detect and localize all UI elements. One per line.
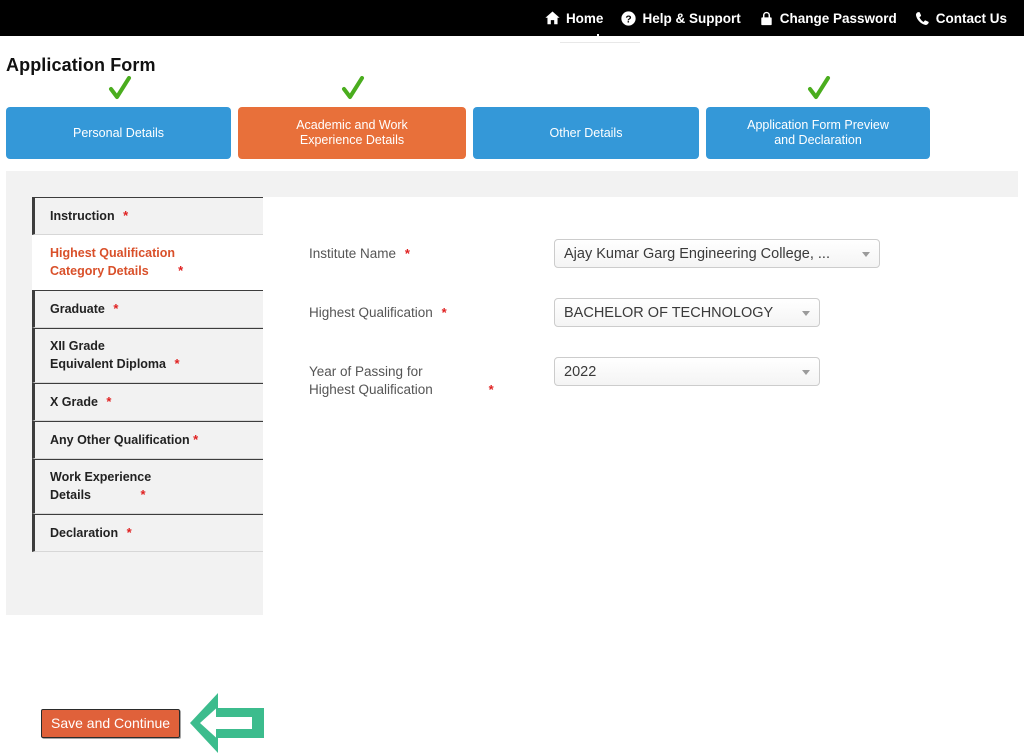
required-asterisk: * [140,487,146,502]
sidebar-item-instruction[interactable]: Instruction * [32,197,268,235]
sidebar-item-declaration[interactable]: Declaration * [32,514,268,552]
form-content-area: Institute Name * Ajay Kumar Garg Enginee… [263,197,1018,615]
nav-item-contact-us-label: Contact Us [935,10,1007,26]
tab-other-details[interactable]: Other Details [473,107,699,159]
institute-name-value: Ajay Kumar Garg Engineering College, ... [564,245,830,262]
highest-qualification-select[interactable]: BACHELOR OF TECHNOLOGY [554,298,820,327]
highest-qualification-label: Highest Qualification * [309,298,554,322]
step-tab-bar: Personal Details Academic and Work Exper… [6,76,1018,159]
chevron-down-icon [802,369,810,375]
sidebar-item-xii-grade-line2: Equivalent Diploma [50,357,166,371]
home-icon [545,11,560,26]
required-asterisk: * [174,356,180,371]
left-arrow-annotation-icon [188,691,266,755]
year-of-passing-label-line2: Highest Qualification [309,382,433,397]
sidebar-item-xii-grade[interactable]: XII Grade Equivalent Diploma * [32,328,268,383]
tab-personal-details[interactable]: Personal Details [6,76,231,159]
institute-name-label-text: Institute Name [309,246,397,261]
required-asterisk: * [113,301,119,316]
sidebar-item-work-exp-line1: Work Experience [50,470,152,484]
tab-application-preview-label-line1: Application Form Preview [747,118,889,132]
form-row-highest-qualification: Highest Qualification * BACHELOR OF TECH… [309,298,1009,327]
save-and-continue-button[interactable]: Save and Continue [41,709,181,738]
nav-item-home[interactable]: Home [536,11,613,26]
lock-icon [759,11,774,26]
sidebar-item-work-experience[interactable]: Work Experience Details * [32,459,268,514]
checkmark-icon-academic-work [341,76,365,102]
highest-qualification-value: BACHELOR OF TECHNOLOGY [564,304,774,321]
year-of-passing-value: 2022 [564,363,597,380]
tab-application-preview-label-line2: and Declaration [774,133,862,147]
sidebar-item-x-grade-label: X Grade [50,395,98,409]
sidebar-item-highest-qual-line1: Highest Qualification [50,246,176,260]
sidebar-item-instruction-label: Instruction [50,209,115,223]
phone-icon [915,11,930,26]
nav-item-change-password[interactable]: Change Password [750,11,906,26]
required-asterisk: * [441,305,447,320]
tab-personal-details-label: Personal Details [72,125,164,140]
tab-academic-work-experience[interactable]: Academic and Work Experience Details [238,76,466,159]
required-asterisk: * [106,394,112,409]
sidebar-item-any-other-qualification[interactable]: Any Other Qualification * [32,421,268,459]
required-asterisk: * [126,525,132,540]
form-row-year-of-passing: Year of Passing for Highest Qualificatio… [309,357,1009,399]
nav-item-change-password-label: Change Password [779,10,897,26]
svg-text:?: ? [626,14,632,25]
sidebar-panel: Instruction * Highest Qualification Cate… [6,171,268,753]
tab-application-form-preview[interactable]: Application Form Preview and Declaration [706,76,930,159]
checkmark-icon-application-preview [807,76,831,102]
page-title: Application Form [6,55,156,75]
top-navigation-bar: Home ? Help & Support Change Password Co… [0,0,1024,36]
nav-item-help-support[interactable]: ? Help & Support [612,11,749,26]
checkmark-icon-personal-details [108,76,132,102]
institute-name-label: Institute Name * [309,239,554,263]
sidebar-item-declaration-label: Declaration [50,526,119,540]
question-circle-icon: ? [621,10,637,26]
required-asterisk: * [193,432,199,447]
sidebar-item-graduate[interactable]: Graduate * [32,290,268,328]
chevron-down-icon [802,310,810,316]
nav-item-contact-us[interactable]: Contact Us [906,11,1016,26]
nav-item-home-label: Home [565,10,604,26]
required-asterisk: * [488,382,494,397]
sidebar-item-work-exp-line2: Details [50,488,91,502]
sidebar-menu: Instruction * Highest Qualification Cate… [32,197,268,552]
sidebar-item-graduate-label: Graduate [50,302,105,316]
required-asterisk: * [178,263,184,278]
highest-qualification-label-text: Highest Qualification [309,305,433,320]
chevron-down-icon [862,251,870,257]
sidebar-item-xii-grade-line1: XII Grade [50,339,105,353]
required-asterisk: * [123,208,129,223]
year-of-passing-label-line1: Year of Passing for [309,364,423,379]
form-row-institute-name: Institute Name * Ajay Kumar Garg Enginee… [309,239,1009,268]
tab-other-details-label: Other Details [549,125,623,140]
sidebar-item-any-other-qual-label: Any Other Qualification [50,433,190,447]
tab-academic-work-label-line2: Experience Details [299,133,405,147]
nav-item-help-support-label: Help & Support [642,10,741,26]
institute-name-select[interactable]: Ajay Kumar Garg Engineering College, ... [554,239,880,268]
year-of-passing-select[interactable]: 2022 [554,357,820,386]
required-asterisk: * [404,246,410,261]
sidebar-item-x-grade[interactable]: X Grade * [32,383,268,421]
sidebar-item-highest-qualification-category[interactable]: Highest Qualification Category Details * [32,235,268,290]
tab-academic-work-label-line1: Academic and Work [296,118,408,132]
sidebar-item-highest-qual-line2: Category Details [50,264,149,278]
navbar-underline [560,42,640,43]
year-of-passing-label: Year of Passing for Highest Qualificatio… [309,357,554,399]
